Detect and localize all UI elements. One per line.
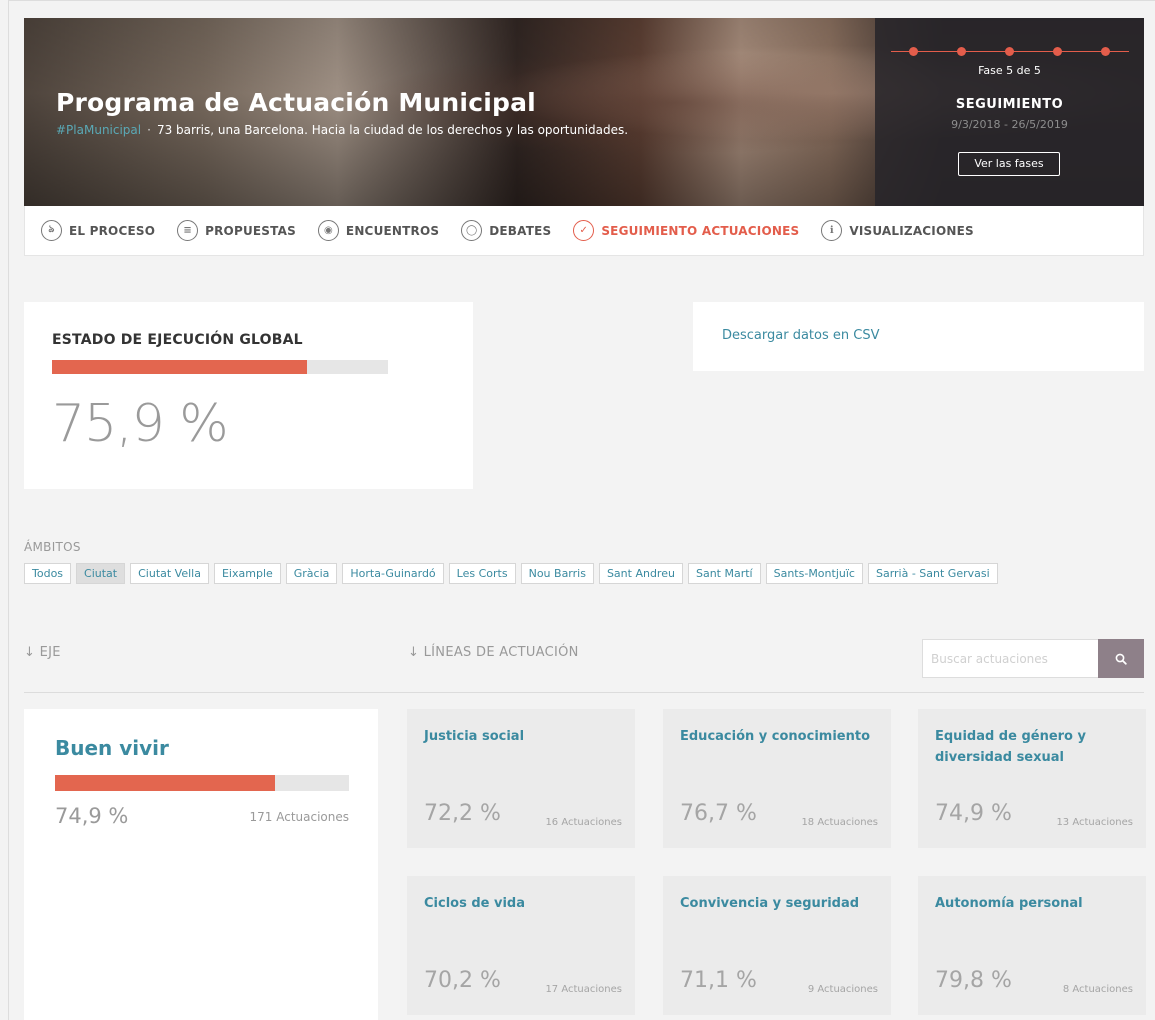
phase-step-dot	[1053, 47, 1062, 56]
line-title[interactable]: Justicia social	[424, 726, 623, 747]
separator-dot: ·	[147, 123, 151, 137]
hero-subtitle: #PlaMunicipal · 73 barris, una Barcelona. …	[56, 123, 628, 137]
line-count: 8 Actuaciones	[1062, 984, 1133, 995]
debates-icon: ◯	[461, 220, 483, 241]
eje-progress-bar	[55, 775, 349, 791]
nav-item-el-proceso[interactable]: ঌ EL PROCESO	[41, 220, 155, 241]
ambito-filter-button[interactable]: Sarrià - Sant Gervasi	[867, 563, 998, 584]
phase-step-dot	[1101, 47, 1110, 56]
hashtag-link[interactable]: #PlaMunicipal	[56, 123, 141, 137]
ambito-filter-button[interactable]: Todos	[24, 563, 72, 584]
ambitos-filter: Todos Ciutat Ciutat Vella Eixample Gràcia Hor…	[24, 563, 1003, 584]
line-percent: 76,7 %	[680, 801, 757, 826]
eje-count: 171 Actuaciones	[249, 810, 350, 824]
download-csv-link[interactable]: Descargar datos en CSV	[722, 328, 879, 343]
phase-step-dot	[909, 47, 918, 56]
global-progress-fill	[52, 360, 308, 374]
ambito-filter-button[interactable]: Gràcia	[285, 563, 338, 584]
line-count: 17 Actuaciones	[545, 984, 622, 995]
nav-item-label: PROPUESTAS	[205, 223, 296, 238]
eje-percent: 74,9 %	[55, 804, 129, 828]
eje-sort-header[interactable]: ↓ EJE	[24, 645, 61, 660]
line-title[interactable]: Ciclos de vida	[424, 893, 623, 914]
nav-item-encuentros[interactable]: ◉ ENCUENTROS	[317, 220, 440, 241]
nav-item-propuestas[interactable]: ≡ PROPUESTAS	[177, 220, 296, 241]
nav-item-label: DEBATES	[489, 223, 552, 238]
ambito-filter-button[interactable]: Sant Martí	[687, 563, 761, 584]
line-card[interactable]: Equidad de género y diversidad sexual 74,…	[918, 709, 1146, 848]
phase-step-dot	[1005, 47, 1014, 56]
global-status-title: ESTADO DE EJECUCIÓN GLOBAL	[52, 332, 303, 348]
process-icon: ঌ	[41, 220, 62, 241]
line-card[interactable]: Justicia social 72,2 % 16 Actuaciones	[407, 709, 635, 848]
section-divider	[24, 692, 1144, 693]
nav-item-visualizaciones[interactable]: ℹ VISUALIZACIONES	[821, 220, 974, 241]
view-phases-button[interactable]: Ver las fases	[958, 152, 1060, 176]
process-nav: ঌ EL PROCESO ≡ PROPUESTAS ◉ ENCUENTROS ◯ DEBATE…	[24, 206, 1144, 256]
phase-name: SEGUIMIENTO	[955, 97, 1064, 112]
line-card[interactable]: Convivencia y seguridad 71,1 % 9 Actuacion…	[663, 876, 891, 1015]
ambito-filter-button[interactable]: Ciutat Vella	[130, 563, 209, 584]
ambito-filter-button[interactable]: Horta-Guinardó	[342, 563, 444, 584]
info-icon: ℹ	[821, 220, 843, 241]
ambito-filter-button[interactable]: Les Corts	[448, 563, 516, 584]
line-percent: 74,9 %	[935, 801, 1012, 826]
line-count: 9 Actuaciones	[807, 984, 878, 995]
check-icon: ✓	[573, 220, 595, 241]
ambito-filter-button[interactable]: Sant Andreu	[598, 563, 683, 584]
search-icon	[1115, 653, 1127, 665]
line-percent: 79,8 %	[935, 968, 1012, 993]
meetings-icon: ◉	[317, 220, 339, 241]
nav-item-debates[interactable]: ◯ DEBATES	[461, 220, 551, 241]
phase-step-dot	[957, 47, 966, 56]
nav-item-label: VISUALIZACIONES	[849, 223, 974, 238]
ambito-filter-button[interactable]: Eixample	[213, 563, 281, 584]
line-title[interactable]: Equidad de género y diversidad sexual	[935, 726, 1134, 768]
line-count: 18 Actuaciones	[801, 817, 878, 828]
phase-panel: Fase 5 de 5 SEGUIMIENTO 9/3/2018 - 26/5/…	[875, 18, 1144, 206]
phase-dates: 9/3/2018 - 26/5/2019	[951, 118, 1068, 131]
line-card[interactable]: Educación y conocimiento 76,7 % 18 Actuaci…	[663, 709, 891, 848]
search-box	[922, 639, 1144, 678]
line-title[interactable]: Educación y conocimiento	[680, 726, 879, 747]
ambito-filter-button[interactable]: Ciutat	[76, 563, 126, 584]
search-input[interactable]	[922, 639, 1098, 678]
line-title[interactable]: Convivencia y seguridad	[680, 893, 879, 914]
line-percent: 70,2 %	[424, 968, 501, 993]
line-card[interactable]: Ciclos de vida 70,2 % 17 Actuaciones	[407, 876, 635, 1015]
search-button[interactable]	[1098, 639, 1144, 678]
eje-progress-fill	[55, 775, 276, 791]
ambito-filter-button[interactable]: Nou Barris	[520, 563, 594, 584]
ambitos-label: ÁMBITOS	[24, 540, 81, 554]
line-title[interactable]: Autonomía personal	[935, 893, 1134, 914]
process-hero-banner: Programa de Actuación Municipal #PlaMuni…	[24, 18, 1144, 206]
global-percent: 75,9 %	[52, 394, 229, 454]
nav-item-label: EL PROCESO	[69, 223, 156, 238]
global-status-card: ESTADO DE EJECUCIÓN GLOBAL 75,9 %	[24, 302, 473, 489]
line-percent: 72,2 %	[424, 801, 501, 826]
line-count: 13 Actuaciones	[1056, 817, 1133, 828]
line-card[interactable]: Autonomía personal 79,8 % 8 Actuaciones	[918, 876, 1146, 1015]
nav-item-label: ENCUENTROS	[345, 223, 440, 238]
proposals-icon: ≡	[177, 220, 199, 241]
phase-count: Fase 5 de 5	[978, 64, 1041, 77]
lineas-sort-header[interactable]: ↓ LÍNEAS DE ACTUACIÓN	[408, 645, 579, 660]
line-percent: 71,1 %	[680, 968, 757, 993]
csv-card: Descargar datos en CSV	[693, 302, 1144, 371]
eje-card[interactable]: Buen vivir 74,9 % 171 Actuaciones	[24, 709, 378, 1020]
page-title: Programa de Actuación Municipal	[56, 88, 536, 117]
line-count: 16 Actuaciones	[545, 817, 622, 828]
subtitle-text: 73 barris, una Barcelona. Hacia la ciuda…	[156, 123, 629, 137]
nav-item-seguimiento-actuaciones[interactable]: ✓ SEGUIMIENTO ACTUACIONES	[573, 220, 799, 241]
eje-name[interactable]: Buen vivir	[55, 736, 169, 760]
ambito-filter-button[interactable]: Sants-Montjuïc	[765, 563, 863, 584]
global-progress-bar	[52, 360, 388, 374]
nav-item-label: SEGUIMIENTO ACTUACIONES	[601, 223, 800, 238]
